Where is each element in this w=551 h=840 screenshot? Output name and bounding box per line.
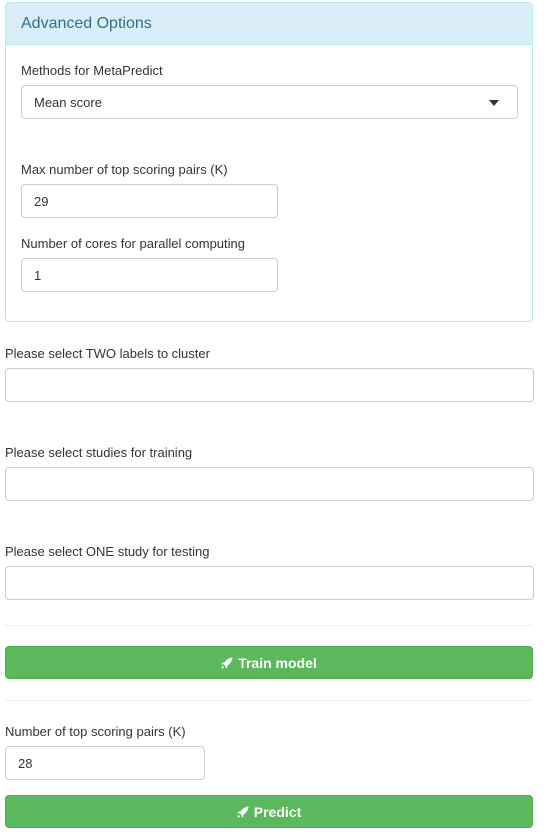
cores-label: Number of cores for parallel computing (21, 236, 245, 251)
testing-select-input[interactable] (5, 566, 534, 600)
divider (5, 625, 533, 626)
top-pairs-input[interactable]: 28 (5, 746, 205, 780)
cores-input[interactable]: 1 (21, 258, 278, 292)
top-pairs-value: 28 (18, 755, 33, 771)
train-model-button[interactable]: Train model (5, 646, 533, 679)
top-pairs-label: Number of top scoring pairs (K) (5, 724, 186, 739)
methods-select[interactable]: Mean score (21, 85, 518, 119)
divider (5, 700, 533, 701)
predict-button[interactable]: Predict (5, 795, 533, 828)
max-pairs-value: 29 (34, 193, 49, 209)
training-select-input[interactable] (5, 467, 534, 501)
panel-title: Advanced Options (6, 3, 532, 45)
train-model-label: Train model (238, 654, 317, 671)
training-select-label: Please select studies for training (5, 445, 193, 460)
rocket-icon (221, 657, 233, 669)
methods-label: Methods for MetaPredict (21, 63, 163, 78)
cores-value: 1 (34, 267, 42, 283)
methods-select-value: Mean score (34, 94, 102, 110)
rocket-icon (237, 806, 249, 818)
max-pairs-label: Max number of top scoring pairs (K) (21, 162, 228, 177)
testing-select-label: Please select ONE study for testing (5, 544, 210, 559)
labels-select-input[interactable] (5, 368, 534, 402)
predict-label: Predict (253, 803, 302, 820)
labels-select-label: Please select TWO labels to cluster (5, 346, 210, 361)
max-pairs-input[interactable]: 29 (21, 184, 278, 218)
caret-down-icon (489, 100, 499, 106)
